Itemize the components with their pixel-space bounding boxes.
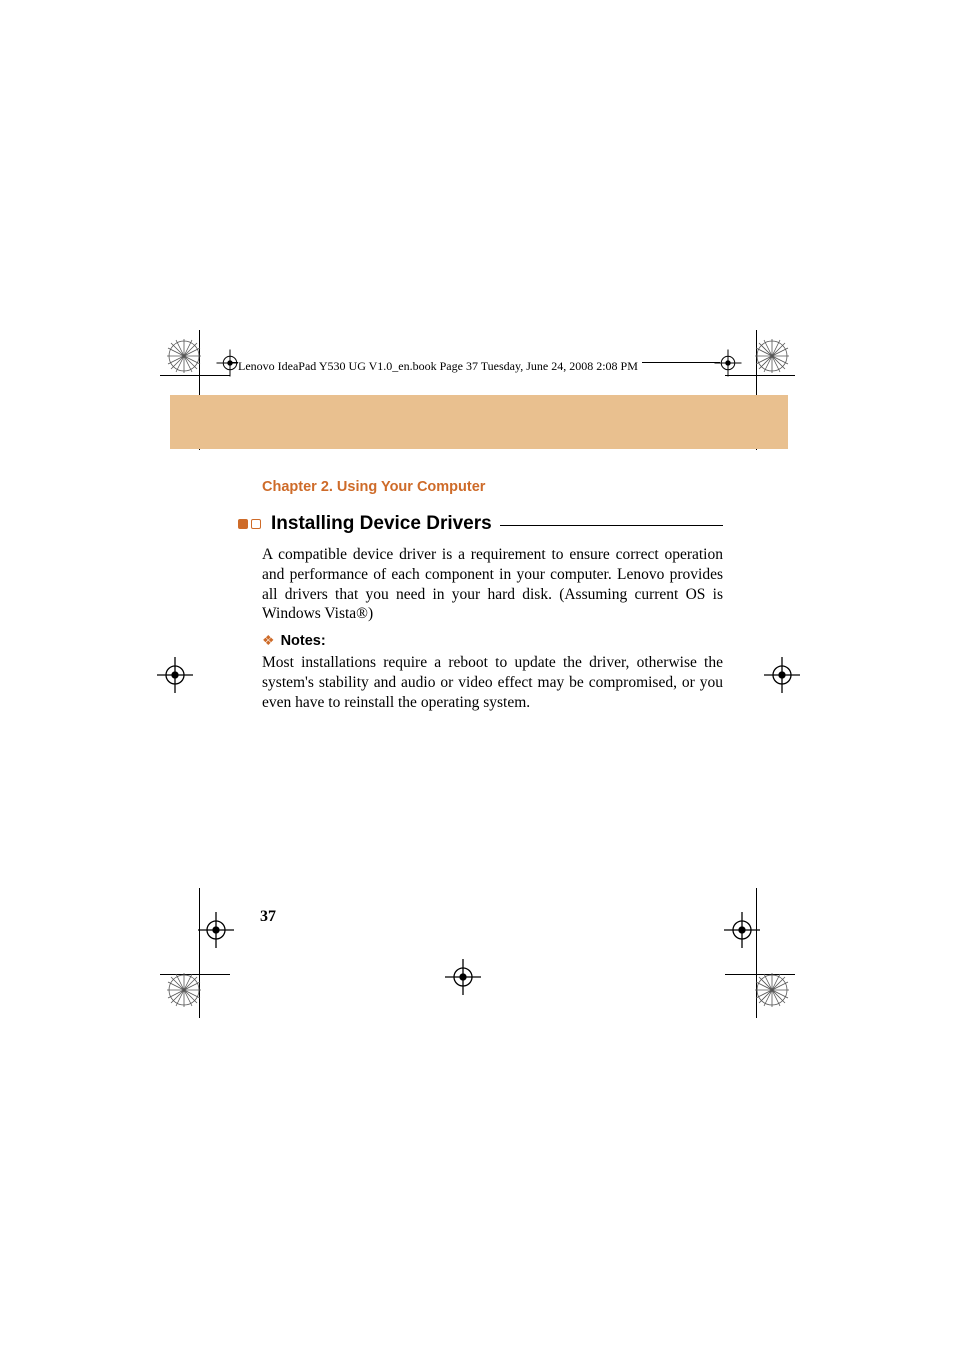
heading-bullet-icon (238, 519, 261, 529)
crop-rule (160, 375, 230, 376)
register-sunburst-icon (164, 970, 204, 1010)
crop-rule (199, 888, 200, 1018)
register-sunburst-icon (164, 336, 204, 376)
page-content: Chapter 2. Using Your Computer Installin… (170, 395, 788, 721)
notes-label: Notes: (281, 633, 326, 649)
notes-paragraph: Most installations require a reboot to u… (170, 653, 788, 712)
chapter-title: Chapter 2. Using Your Computer (170, 449, 788, 509)
notes-heading: ❖ Notes: (170, 632, 788, 651)
diamond-icon: ❖ (262, 632, 275, 649)
crop-rule (725, 375, 795, 376)
section-heading-row: Installing Device Drivers (170, 513, 788, 535)
section-heading: Installing Device Drivers (271, 513, 492, 535)
crop-rule (756, 888, 757, 1018)
heading-rule (500, 525, 723, 526)
crop-rule (160, 974, 230, 975)
margin-color-band (170, 395, 788, 449)
crosshair-icon (443, 957, 483, 997)
crop-rule (725, 974, 795, 975)
register-sunburst-icon (752, 336, 792, 376)
book-header-text: Lenovo IdeaPad Y530 UG V1.0_en.book Page… (238, 359, 642, 374)
register-sunburst-icon (752, 970, 792, 1010)
page-number: 37 (260, 908, 276, 926)
body-paragraph: A compatible device driver is a requirem… (170, 545, 788, 624)
crosshair-icon (196, 910, 236, 950)
crosshair-icon (713, 348, 743, 378)
